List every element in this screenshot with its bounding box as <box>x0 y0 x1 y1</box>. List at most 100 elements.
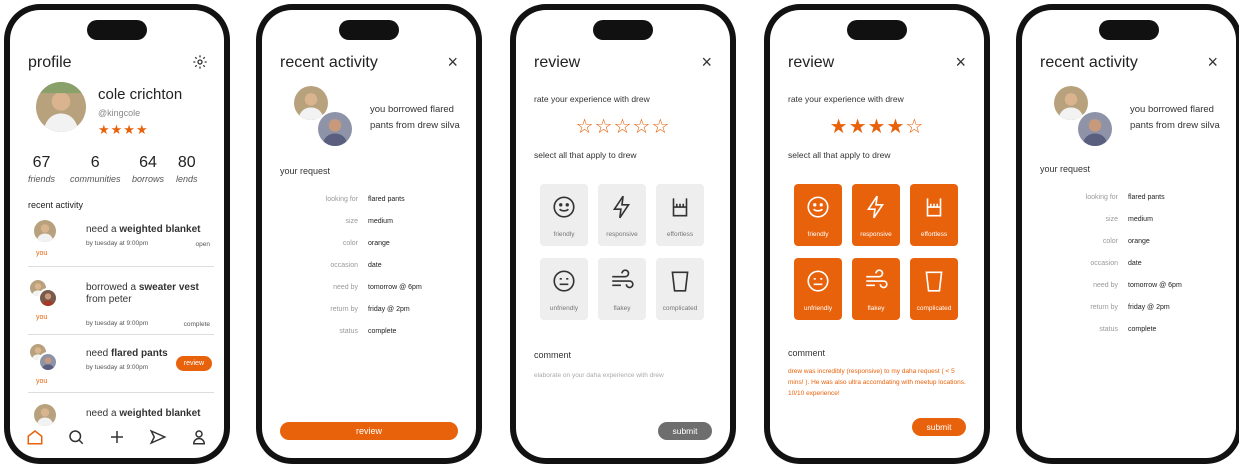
request-value: medium <box>1128 216 1153 223</box>
activity-suffix: from peter <box>86 294 132 305</box>
review-screen: review × rate your experience with drew … <box>516 10 730 458</box>
comment-input[interactable]: drew was incredibly (responsive) to my d… <box>788 366 968 399</box>
submit-button[interactable]: submit <box>912 418 966 436</box>
tag-label: friendly <box>807 231 829 238</box>
phone-review-empty: review × rate your experience with drew … <box>510 4 736 464</box>
tag-friendly[interactable]: friendly <box>794 184 842 246</box>
avatar[interactable] <box>34 80 88 134</box>
avatar <box>316 110 354 148</box>
filled-stars: ★★★★ <box>829 116 906 138</box>
star-rating-input[interactable]: ★★★★☆ <box>770 114 984 139</box>
page-title: profile <box>28 54 72 71</box>
avatar <box>38 352 58 372</box>
you-label: you <box>36 378 48 385</box>
activity-item: flared pants <box>111 348 168 359</box>
review-button[interactable]: review <box>280 422 458 440</box>
tag-label: effortless <box>920 231 948 238</box>
list-item[interactable]: you need flared pants by tuesday at 9:00… <box>28 340 214 396</box>
list-item[interactable]: need a weighted blanket <box>28 402 214 428</box>
request-value: tomorrow @ 6pm <box>368 284 422 291</box>
close-icon[interactable]: × <box>701 53 712 71</box>
neutral-face-icon <box>807 270 829 292</box>
gear-icon[interactable] <box>192 54 208 75</box>
send-icon[interactable] <box>147 426 169 448</box>
cup-icon <box>925 271 943 292</box>
request-value: orange <box>368 240 390 247</box>
close-icon[interactable]: × <box>955 53 966 71</box>
user-icon[interactable] <box>188 426 210 448</box>
request-value: flared pants <box>1128 194 1165 201</box>
stat-label: lends <box>176 174 198 184</box>
empty-star: ☆ <box>905 116 925 138</box>
search-icon[interactable] <box>65 426 87 448</box>
close-icon[interactable]: × <box>447 53 458 71</box>
divider <box>28 334 214 335</box>
tag-label: responsive <box>606 231 638 238</box>
request-key: need by <box>333 284 358 291</box>
activity-text: need a weighted blanket <box>86 408 210 419</box>
list-item[interactable]: you borrowed a sweater vest from peter b… <box>28 274 214 338</box>
stat-label: communities <box>70 174 121 184</box>
request-key: color <box>342 240 358 247</box>
request-key: size <box>345 218 358 225</box>
phone-recent-activity: recent activity × you borrowed flared pa… <box>256 4 482 464</box>
page-title: review <box>534 54 581 71</box>
list-item[interactable]: you need a weighted blanket by tuesday a… <box>28 216 214 272</box>
request-heading: your request <box>280 166 331 176</box>
profile-screen: profile cole crichton @kingcole ★★★★ 67 … <box>10 10 224 458</box>
page-title: recent activity <box>1040 54 1138 71</box>
request-value: friday @ 2pm <box>368 306 410 313</box>
stat-value: 80 <box>177 154 196 171</box>
plus-icon[interactable] <box>106 426 128 448</box>
home-icon[interactable] <box>24 426 46 448</box>
rock-hand-icon <box>672 198 688 217</box>
avatar <box>32 402 58 428</box>
stat-value: 67 <box>32 154 51 171</box>
tag-unfriendly[interactable]: unfriendly <box>540 258 588 320</box>
tag-responsive[interactable]: responsive <box>852 184 900 246</box>
tag-label: flakey <box>613 305 631 312</box>
rock-hand-icon <box>926 198 942 217</box>
request-key: occasion <box>1090 260 1118 267</box>
activity-prefix: borrowed a <box>86 282 139 293</box>
tag-effortless[interactable]: effortless <box>910 184 958 246</box>
tag-effortless[interactable]: effortless <box>656 184 704 246</box>
divider <box>28 266 214 267</box>
notch <box>1099 20 1159 40</box>
avatar <box>38 288 58 308</box>
lightning-icon <box>866 195 885 219</box>
page-title: review <box>788 54 835 71</box>
stat-borrows[interactable]: 64 borrows <box>132 154 164 184</box>
phone-review-filled: review × rate your experience with drew … <box>764 4 990 464</box>
tag-label: effortless <box>666 231 694 238</box>
activity-due: by tuesday at 9:00pm <box>86 240 149 247</box>
request-heading: your request <box>1040 164 1091 174</box>
stat-communities[interactable]: 6 communities <box>70 154 121 184</box>
stat-lends[interactable]: 80 lends <box>176 154 198 184</box>
request-key: status <box>1099 326 1118 333</box>
you-label: you <box>36 314 48 321</box>
tag-complicated[interactable]: complicated <box>910 258 958 320</box>
profile-name: cole crichton <box>98 86 183 103</box>
star-rating-input[interactable]: ☆☆☆☆☆ <box>516 114 730 139</box>
close-icon[interactable]: × <box>1207 53 1218 71</box>
submit-button[interactable]: submit <box>658 422 712 440</box>
tag-friendly[interactable]: friendly <box>540 184 588 246</box>
comment-input[interactable]: elaborate on your daha experience with d… <box>534 372 664 379</box>
stat-value: 64 <box>139 154 157 171</box>
request-value: date <box>368 262 382 269</box>
tag-flakey[interactable]: flakey <box>598 258 646 320</box>
activity-item: sweater vest <box>138 282 199 293</box>
divider <box>28 392 214 393</box>
tag-flakey[interactable]: flakey <box>852 258 900 320</box>
request-key: color <box>1102 238 1118 245</box>
stat-friends[interactable]: 67 friends <box>28 154 55 184</box>
request-value: medium <box>368 218 393 225</box>
tag-complicated[interactable]: complicated <box>656 258 704 320</box>
tag-responsive[interactable]: responsive <box>598 184 646 246</box>
notch <box>87 20 147 40</box>
recent-activity-screen: recent activity × you borrowed flared pa… <box>262 10 476 458</box>
review-button[interactable]: review <box>175 356 212 371</box>
notch <box>339 20 399 40</box>
tag-unfriendly[interactable]: unfriendly <box>794 258 842 320</box>
